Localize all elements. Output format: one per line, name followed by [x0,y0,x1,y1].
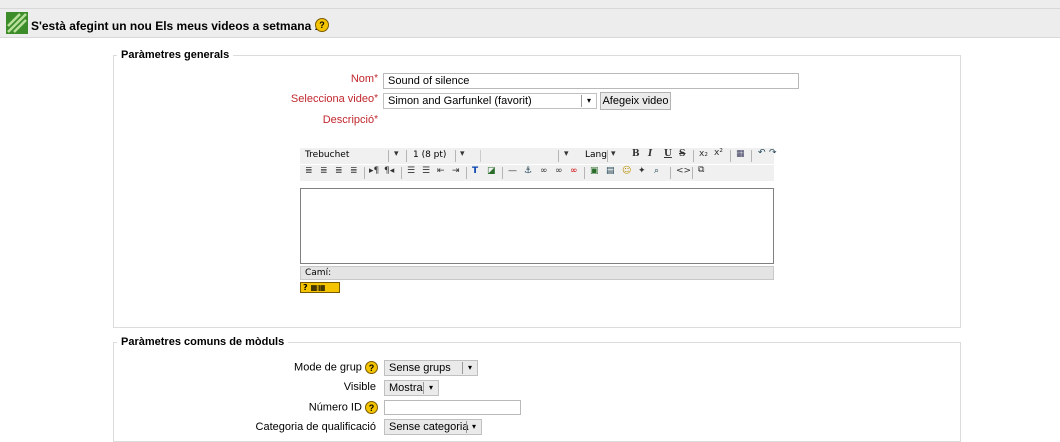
table-icon[interactable]: ▤ [606,166,615,176]
fullscreen-icon[interactable]: ⧉ [698,165,704,175]
chevron-down-icon: ▾ [423,382,438,394]
editor-toolbar-row-2: ≣ ≣ ≣ ≣ ▸¶ ¶◂ ☰ ☰ ⇤ ⇥ T ◪ — ⚓ ∞ ∞ ∞ ▣ ▤ … [300,165,774,181]
chevron-down-icon: ▾ [462,362,477,374]
bold-icon[interactable]: B [632,149,640,159]
chevron-down-icon: ▾ [466,421,481,433]
text-color-icon[interactable]: T [472,166,478,176]
nolink-icon[interactable]: ∞ [570,166,578,176]
id-number-label: Número ID ? [200,401,378,414]
video-label: Selecciona video* [290,93,378,105]
redo-icon[interactable]: ↷ [769,148,777,158]
search-replace-icon[interactable]: ⌕ [654,166,659,176]
grade-category-value: Sense categoria [389,421,469,433]
ordered-list-icon[interactable]: ☰ [407,166,415,176]
group-mode-value: Sense grups [389,362,451,374]
unlink-icon[interactable]: ∞ [555,166,563,176]
image-icon[interactable]: ▣ [590,166,599,176]
format-select[interactable] [480,150,561,162]
undo-icon[interactable]: ↶ [758,148,766,158]
chevron-down-icon: ▾ [581,95,596,107]
group-mode-label: Mode de grup ? [200,361,378,374]
id-number-input[interactable] [384,400,521,415]
required-icon: * [374,93,378,104]
horizontal-rule-icon[interactable]: — [508,166,517,176]
italic-icon[interactable]: I [648,149,652,159]
editor-toolbar-row-1: Trebuchet ▾ 1 (8 pt) ▾ ▾ Lang ▾ B I U S … [300,148,777,164]
editor-path-bar: Camí: [300,266,774,280]
html-source-icon[interactable]: <> [676,166,691,176]
grade-category-label: Categoria de qualificació [255,421,376,433]
chevron-down-icon[interactable]: ▾ [460,149,465,159]
page-title: S'està afegint un nou Els meus videos a … [31,19,322,33]
chevron-down-icon[interactable]: ▾ [564,149,569,159]
top-strip [0,0,1060,8]
visible-label: Visible [343,381,376,393]
help-icon[interactable]: ? [365,361,378,374]
video-select[interactable]: Simon and Garfunkel (favorit) ▾ [383,93,597,109]
page-header: S'està afegint un nou Els meus videos a … [0,8,1060,38]
font-family-select[interactable]: Trebuchet [305,150,349,160]
description-label: Descripció* [322,114,378,126]
group-mode-select[interactable]: Sense grups ▾ [384,360,478,376]
required-icon: * [374,114,378,125]
link-icon[interactable]: ∞ [540,166,548,176]
rtl-icon[interactable]: ¶◂ [384,166,394,176]
grade-category-select[interactable]: Sense categoria ▾ [384,419,482,435]
chevron-down-icon[interactable]: ▾ [394,149,399,159]
smiley-icon[interactable]: ☺ [622,166,631,176]
indent-icon[interactable]: ⇥ [452,166,460,176]
clean-html-icon[interactable]: ▦ [736,149,745,159]
add-video-button[interactable]: Afegeix video [600,92,671,110]
align-center-icon[interactable]: ≣ [320,166,328,176]
module-icon [6,12,28,34]
keyboard-help-icon[interactable]: ? ▦▦ [300,282,340,293]
underline-icon[interactable]: U [664,149,672,159]
strikethrough-icon[interactable]: S [679,149,686,159]
general-parameters-legend: Paràmetres generals [117,49,234,61]
unordered-list-icon[interactable]: ☰ [422,166,430,176]
lang-select[interactable]: Lang [585,150,607,160]
superscript-icon[interactable]: x² [714,148,723,158]
ltr-icon[interactable]: ▸¶ [369,166,379,176]
help-icon[interactable]: ? [365,401,378,414]
chevron-down-icon[interactable]: ▾ [611,149,616,159]
background-color-icon[interactable]: ◪ [487,166,496,176]
video-select-value: Simon and Garfunkel (favorit) [388,95,532,107]
name-label: Nom* [350,73,378,85]
required-icon: * [374,73,378,84]
name-input[interactable]: Sound of silence [383,73,799,89]
visible-value: Mostra [389,382,423,394]
help-icon[interactable]: ? [315,18,329,32]
special-char-icon[interactable]: ✦ [638,166,646,176]
anchor-icon[interactable]: ⚓ [524,166,532,176]
common-parameters-legend: Paràmetres comuns de mòduls [117,336,289,348]
align-left-icon[interactable]: ≣ [305,166,313,176]
outdent-icon[interactable]: ⇤ [437,166,445,176]
editor-textarea[interactable] [300,188,774,264]
align-justify-icon[interactable]: ≣ [350,166,358,176]
align-right-icon[interactable]: ≣ [335,166,343,176]
font-size-select[interactable]: 1 (8 pt) [413,150,446,160]
subscript-icon[interactable]: x₂ [699,149,708,159]
visible-select[interactable]: Mostra ▾ [384,380,439,396]
